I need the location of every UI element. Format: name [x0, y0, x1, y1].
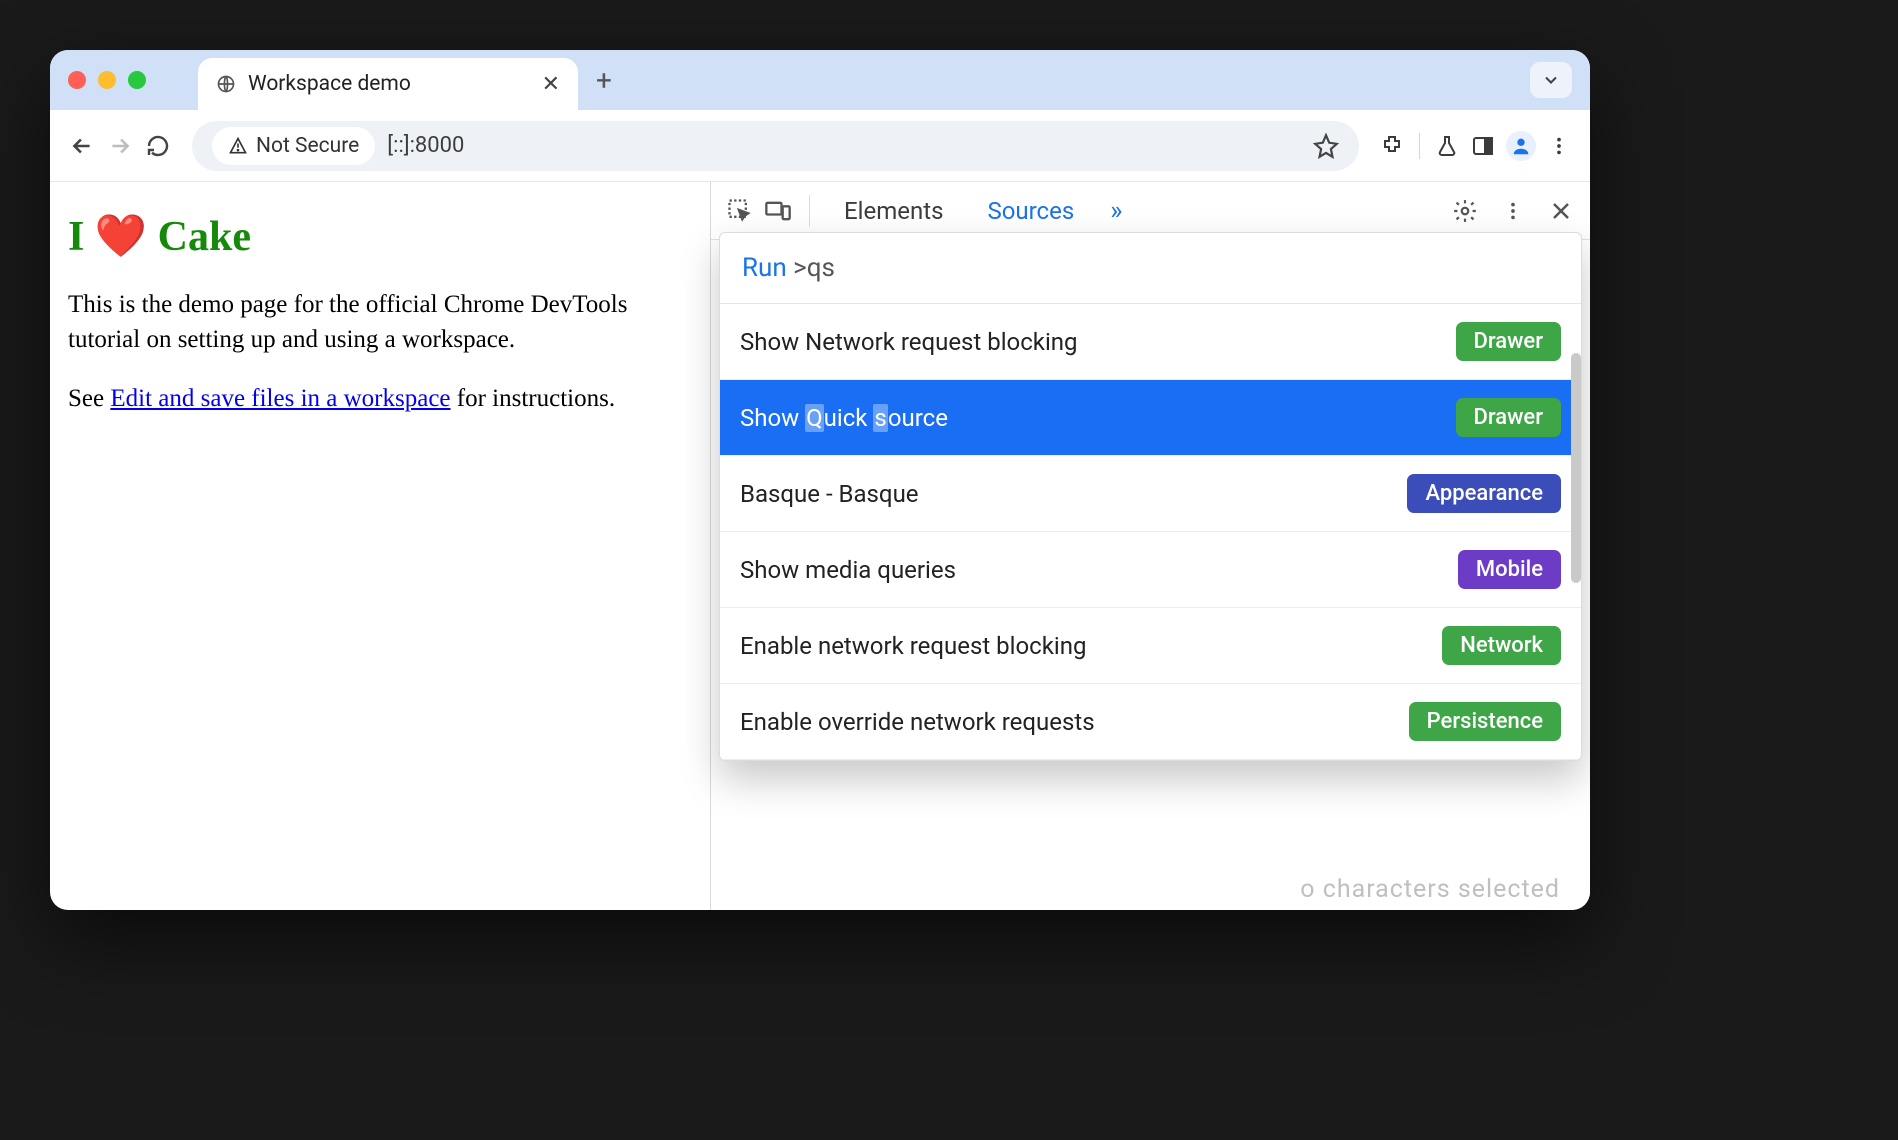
gear-icon[interactable] — [1450, 196, 1480, 226]
page-heading: I ❤️ Cake — [68, 212, 692, 261]
browser-tab[interactable]: Workspace demo ✕ — [198, 58, 578, 110]
page-viewport: I ❤️ Cake This is the demo page for the … — [50, 182, 710, 910]
tab-elements[interactable]: Elements — [826, 197, 961, 225]
devtools-panel: Elements Sources » o characters selected — [710, 182, 1590, 910]
bookmark-star-icon[interactable] — [1313, 133, 1339, 159]
close-devtools-button[interactable] — [1546, 196, 1576, 226]
command-item-badge: Drawer — [1456, 398, 1562, 437]
close-window-button[interactable] — [68, 71, 86, 89]
command-menu: Run >qs Show Network request blocking Dra… — [719, 232, 1582, 761]
titlebar: Workspace demo ✕ + — [50, 50, 1590, 110]
command-item-label: Show Network request blocking — [740, 328, 1078, 356]
omnibox[interactable]: Not Secure [::]:8000 — [192, 121, 1359, 171]
close-tab-button[interactable]: ✕ — [542, 72, 560, 97]
command-item[interactable]: Enable network request blocking Network — [720, 608, 1581, 684]
tab-sources[interactable]: Sources — [969, 197, 1092, 225]
content-area: I ❤️ Cake This is the demo page for the … — [50, 182, 1590, 910]
security-label: Not Secure — [256, 134, 359, 158]
maximize-window-button[interactable] — [128, 71, 146, 89]
command-input[interactable]: Run >qs — [720, 233, 1581, 304]
command-list: Show Network request blockingDrawerShow … — [720, 304, 1581, 760]
browser-window: Workspace demo ✕ + Not Secure [::]:8000 — [50, 50, 1590, 910]
reload-button[interactable] — [144, 132, 172, 160]
forward-button[interactable] — [106, 132, 134, 160]
command-item[interactable]: Show Network request blocking Drawer — [720, 304, 1581, 380]
profile-avatar[interactable] — [1506, 131, 1536, 161]
command-query: >qs — [793, 253, 835, 283]
command-item-label: Enable override network requests — [740, 708, 1095, 736]
page-paragraph-1: This is the demo page for the official C… — [68, 287, 692, 357]
device-toggle-icon[interactable] — [763, 196, 793, 226]
minimize-window-button[interactable] — [98, 71, 116, 89]
command-item-label: Basque - Basque — [740, 480, 919, 508]
traffic-lights — [62, 71, 158, 89]
command-item-label: Enable network request blocking — [740, 632, 1086, 660]
tab-list-button[interactable] — [1530, 62, 1572, 98]
sidepanel-icon[interactable] — [1470, 133, 1496, 159]
more-tabs-button[interactable]: » — [1100, 196, 1132, 226]
command-item-label: Show media queries — [740, 556, 956, 584]
command-item-badge: Network — [1442, 626, 1561, 665]
command-item-badge: Persistence — [1409, 702, 1561, 741]
devtools-divider — [809, 195, 810, 227]
back-button[interactable] — [68, 132, 96, 160]
toolbar: Not Secure [::]:8000 — [50, 110, 1590, 182]
command-item[interactable]: Show media queries Mobile — [720, 532, 1581, 608]
command-run-label: Run — [742, 253, 787, 283]
command-item[interactable]: Enable override network requests Persiste… — [720, 684, 1581, 760]
command-item-badge: Drawer — [1456, 322, 1562, 361]
page-paragraph-2: See Edit and save files in a workspace f… — [68, 381, 692, 416]
kebab-menu-icon[interactable] — [1546, 133, 1572, 159]
toolbar-divider — [1419, 133, 1420, 159]
workspace-tutorial-link[interactable]: Edit and save files in a workspace — [110, 385, 450, 412]
command-item-label: Show Quick source — [740, 404, 948, 432]
command-item[interactable]: Basque - Basque Appearance — [720, 456, 1581, 532]
status-bar-text: o characters selected — [1300, 875, 1560, 904]
command-item[interactable]: Show Quick source Drawer — [720, 380, 1581, 456]
labs-icon[interactable] — [1434, 133, 1460, 159]
devtools-kebab-icon[interactable] — [1498, 196, 1528, 226]
url-text: [::]:8000 — [387, 133, 464, 158]
globe-icon — [216, 74, 236, 94]
tab-title: Workspace demo — [248, 72, 530, 96]
security-chip[interactable]: Not Secure — [212, 127, 375, 165]
new-tab-button[interactable]: + — [596, 64, 612, 97]
extensions-icon[interactable] — [1379, 133, 1405, 159]
command-item-badge: Mobile — [1458, 550, 1561, 589]
command-item-badge: Appearance — [1407, 474, 1561, 513]
scrollbar[interactable] — [1571, 353, 1581, 583]
inspect-icon[interactable] — [725, 196, 755, 226]
